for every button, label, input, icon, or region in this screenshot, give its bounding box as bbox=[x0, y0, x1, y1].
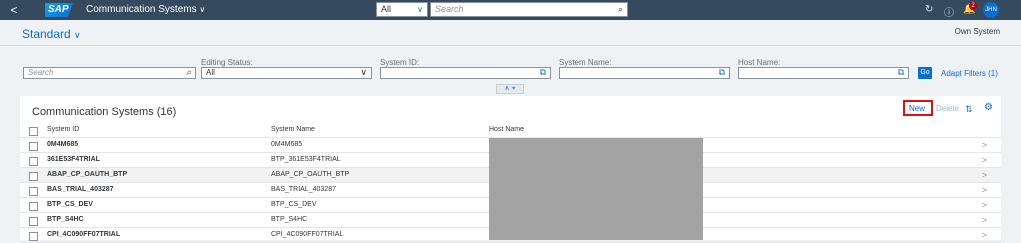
shell-bar: < SAP Communication Systems ∨ All ∨ Searc… bbox=[0, 0, 1021, 20]
app-title[interactable]: Communication Systems ∨ bbox=[86, 4, 205, 15]
chevron-down-icon: ∨ bbox=[199, 5, 206, 14]
system-name-cell: CPI_4C090FF07TRIAL bbox=[271, 231, 344, 238]
table-header-row: System ID System Name Host Name bbox=[20, 123, 1001, 138]
chevron-down-icon: ∨ bbox=[74, 30, 81, 40]
chevron-right-icon[interactable]: > bbox=[982, 200, 987, 210]
sort-icon[interactable]: ⇅ bbox=[965, 104, 973, 115]
chevron-right-icon[interactable]: > bbox=[982, 215, 987, 225]
system-id-field[interactable]: ⧉ bbox=[380, 67, 551, 79]
chevron-down-icon: ∨ bbox=[360, 67, 367, 77]
collapse-header-button[interactable]: ∧ ⌖ bbox=[496, 84, 524, 94]
row-checkbox[interactable] bbox=[29, 142, 38, 151]
system-name-cell: 0M4M685 bbox=[271, 141, 303, 148]
pin-icon: ⌖ bbox=[511, 85, 516, 92]
column-header[interactable]: System ID bbox=[47, 126, 79, 133]
adapt-filters-button[interactable]: Adapt Filters (1) bbox=[941, 69, 998, 78]
own-system-link[interactable]: Own System bbox=[955, 27, 1000, 36]
system-id-cell: 361E53F4TRIAL bbox=[47, 156, 100, 163]
editing-status-select[interactable]: All ∨ bbox=[201, 67, 372, 79]
system-name-cell: BAS_TRIAL_403287 bbox=[271, 186, 336, 193]
table-title: Communication Systems (16) bbox=[32, 106, 177, 118]
new-button[interactable]: New bbox=[909, 104, 925, 113]
system-id-cell: CPI_4C090FF07TRIAL bbox=[47, 231, 121, 238]
chevron-right-icon[interactable]: > bbox=[982, 140, 987, 150]
filter-search-input[interactable]: Search ⌕ bbox=[23, 67, 196, 79]
chevron-right-icon[interactable]: > bbox=[982, 230, 987, 240]
redaction-block bbox=[489, 138, 703, 240]
column-header[interactable]: System Name bbox=[271, 126, 315, 133]
search-scope-select[interactable]: All ∨ bbox=[376, 2, 428, 17]
system-id-cell: ABAP_CP_OAUTH_BTP bbox=[47, 171, 128, 178]
row-checkbox[interactable] bbox=[29, 217, 38, 226]
notification-badge: 2 bbox=[969, 2, 977, 10]
host-name-label: Host Name: bbox=[738, 58, 781, 67]
variant-selector[interactable]: Standard ∨ bbox=[22, 27, 81, 41]
row-checkbox[interactable] bbox=[29, 187, 38, 196]
value-help-icon[interactable]: ⧉ bbox=[898, 67, 904, 77]
system-id-cell: BTP_CS_DEV bbox=[47, 201, 93, 208]
system-name-label: System Name: bbox=[559, 58, 612, 67]
value-help-icon[interactable]: ⧉ bbox=[719, 67, 725, 77]
system-name-cell: BTP_361E53F4TRIAL bbox=[271, 156, 341, 163]
sync-icon[interactable]: ↻ bbox=[925, 4, 933, 15]
search-icon[interactable]: ⌕ bbox=[186, 67, 191, 77]
system-id-label: System ID: bbox=[380, 58, 420, 67]
host-name-field[interactable]: ⧉ bbox=[738, 67, 909, 79]
row-checkbox[interactable] bbox=[29, 157, 38, 166]
avatar[interactable]: JHN bbox=[983, 2, 999, 18]
column-header[interactable]: Host Name bbox=[489, 126, 524, 133]
settings-icon[interactable]: ⚙ bbox=[984, 102, 993, 113]
system-name-cell: ABAP_CP_OAUTH_BTP bbox=[271, 171, 350, 178]
value-help-icon[interactable]: ⧉ bbox=[540, 67, 546, 77]
system-name-field[interactable]: ⧉ bbox=[559, 67, 730, 79]
row-checkbox[interactable] bbox=[29, 172, 38, 181]
chevron-right-icon[interactable]: > bbox=[982, 170, 987, 180]
back-icon[interactable]: < bbox=[6, 2, 22, 18]
system-id-cell: BTP_S4HC bbox=[47, 216, 84, 223]
global-search-input[interactable]: Search ⌕ bbox=[430, 2, 628, 17]
chevron-right-icon[interactable]: > bbox=[982, 155, 987, 165]
delete-button[interactable]: Delete bbox=[936, 104, 959, 113]
search-icon[interactable]: ⌕ bbox=[618, 3, 623, 16]
system-id-cell: 0M4M685 bbox=[47, 141, 79, 148]
go-button[interactable]: Go bbox=[918, 67, 932, 79]
chevron-up-icon: ∧ bbox=[504, 85, 510, 92]
chevron-right-icon[interactable]: > bbox=[982, 185, 987, 195]
system-name-cell: BTP_CS_DEV bbox=[271, 201, 317, 208]
divider bbox=[0, 45, 1021, 46]
select-all-checkbox[interactable] bbox=[29, 127, 38, 136]
help-icon[interactable]: ⓘ bbox=[944, 4, 954, 19]
system-name-cell: BTP_S4HC bbox=[271, 216, 308, 223]
system-id-cell: BAS_TRIAL_403287 bbox=[47, 186, 114, 193]
sap-logo[interactable]: SAP bbox=[45, 3, 73, 17]
chevron-down-icon: ∨ bbox=[417, 5, 423, 14]
row-checkbox[interactable] bbox=[29, 202, 38, 211]
editing-status-label: Editing Status: bbox=[201, 58, 253, 67]
